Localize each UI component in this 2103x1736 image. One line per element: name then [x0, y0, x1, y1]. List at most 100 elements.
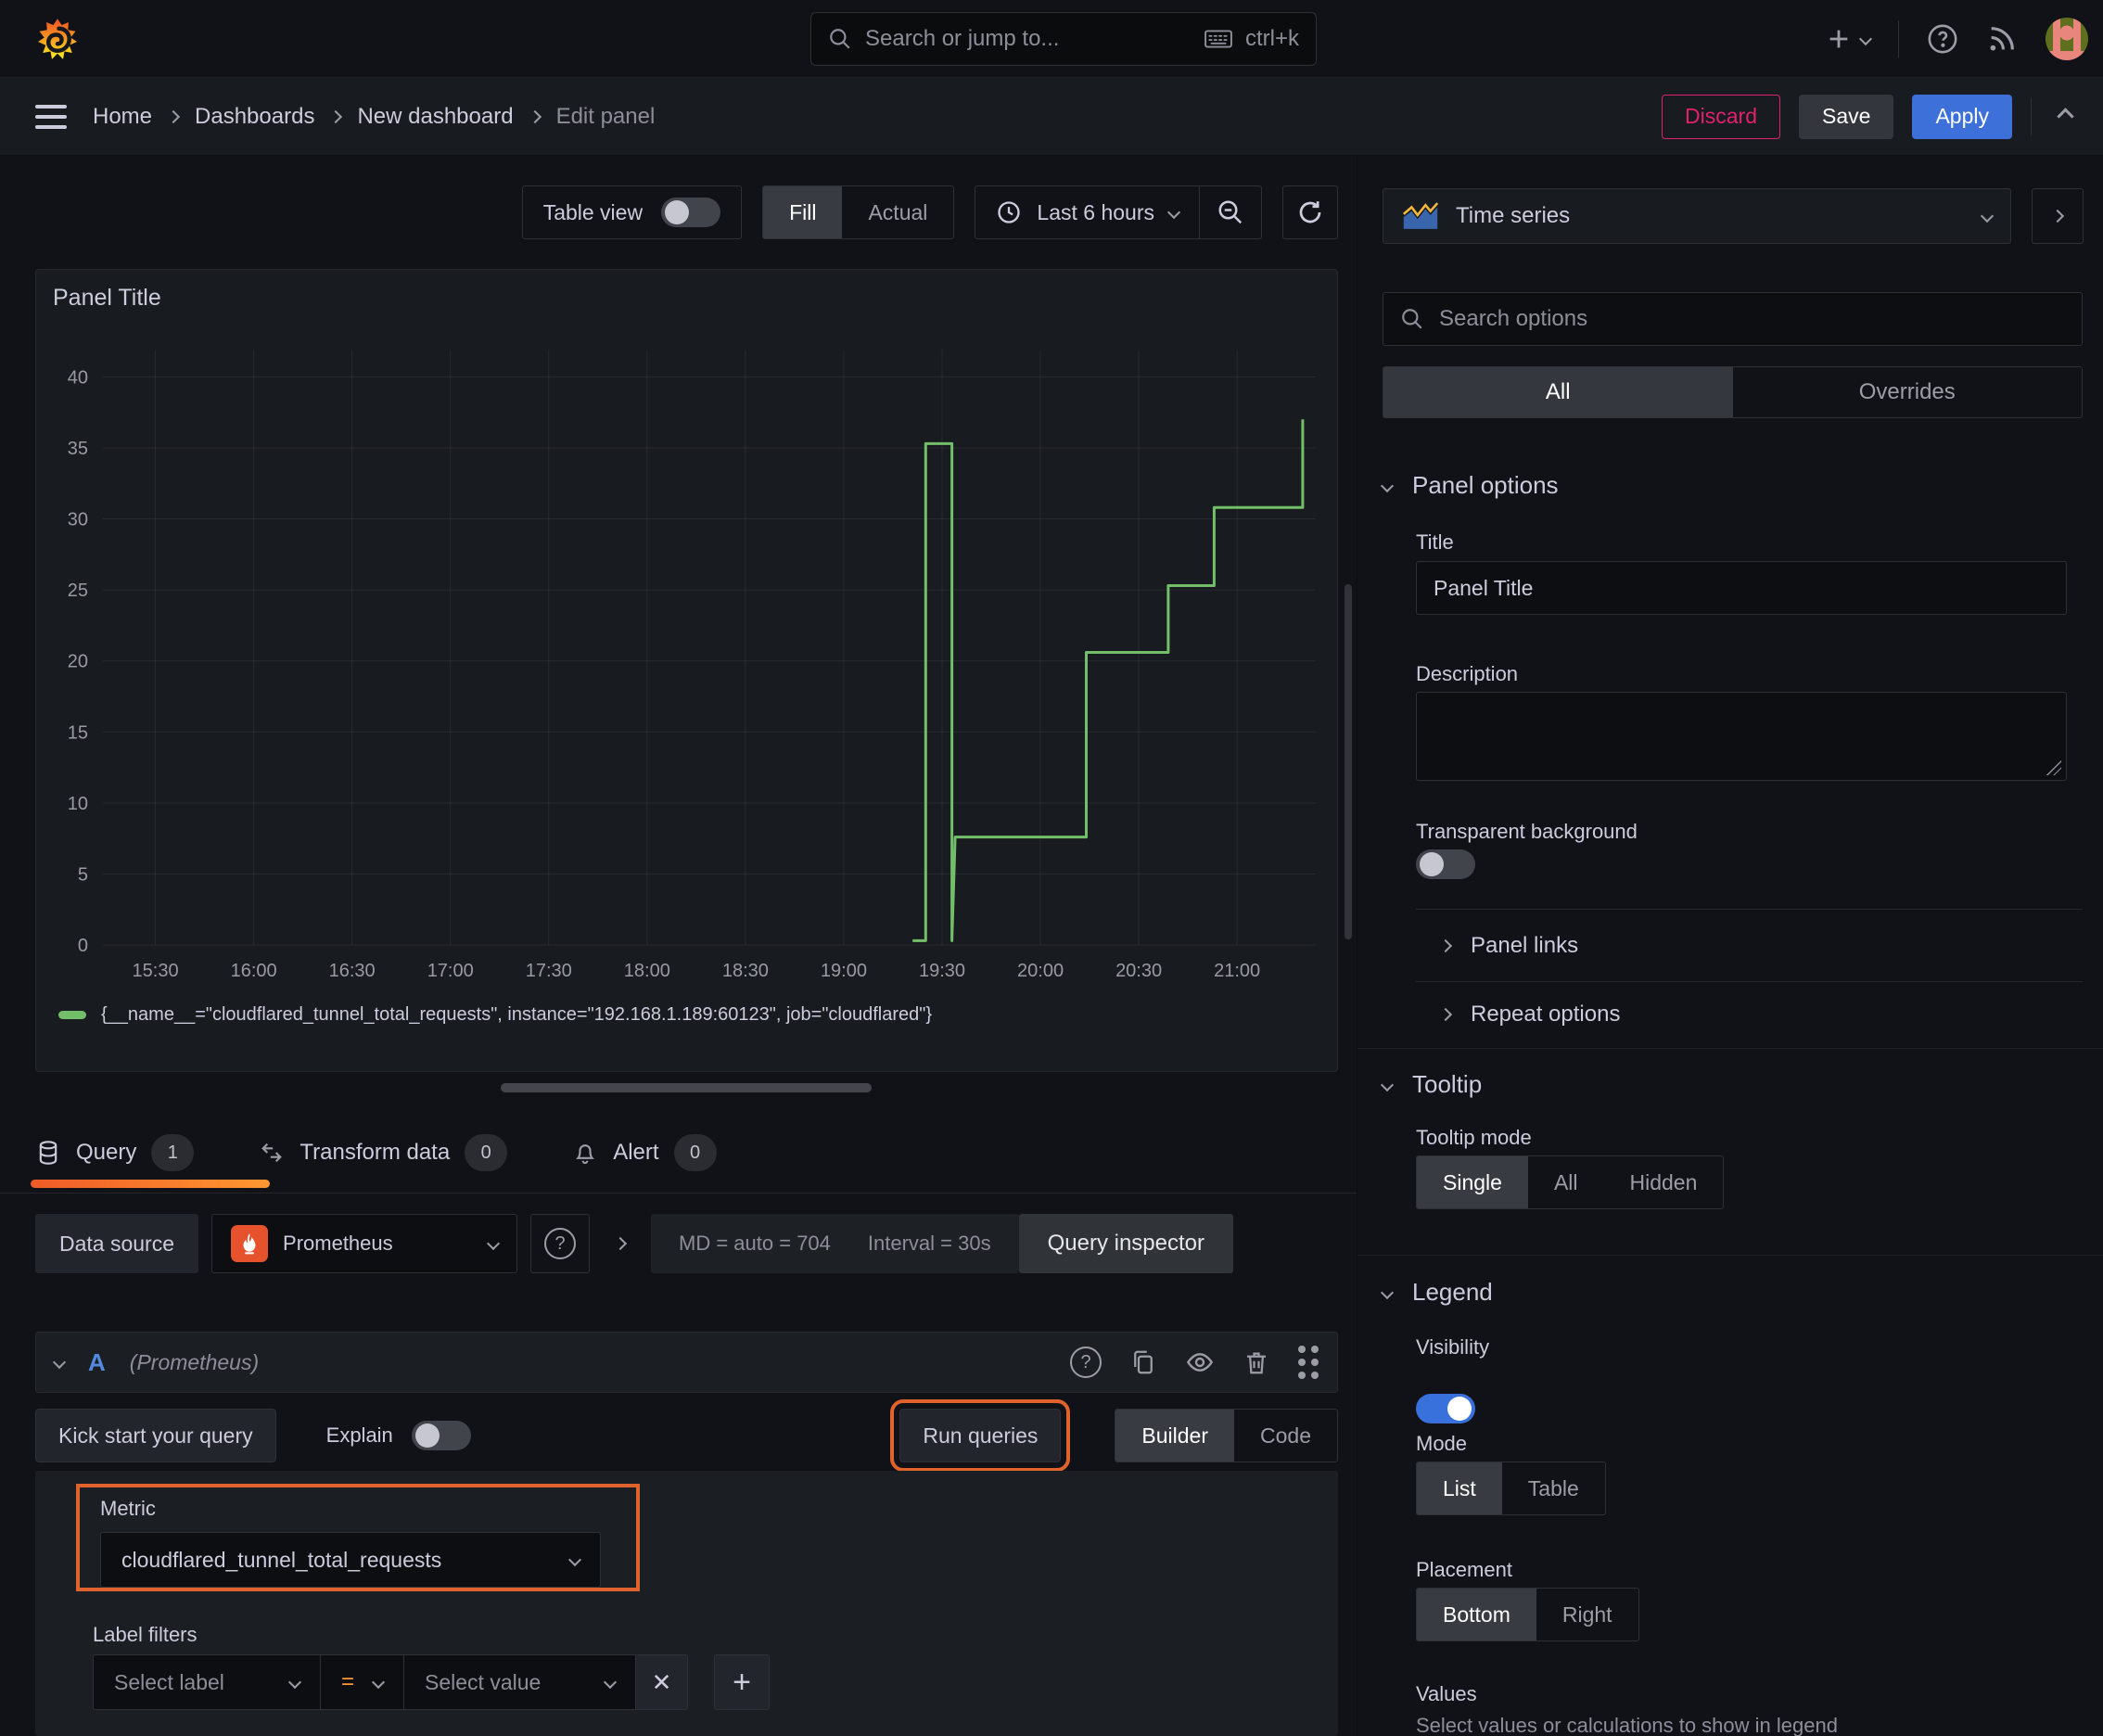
duplicate-query-icon[interactable]	[1129, 1348, 1157, 1376]
chart-legend-item[interactable]: {__name__="cloudflared_tunnel_total_requ…	[58, 1004, 932, 1026]
breadcrumb-new-dashboard[interactable]: New dashboard	[357, 104, 513, 130]
legend-mode-table-option[interactable]: Table	[1502, 1462, 1605, 1514]
grafana-logo-icon[interactable]	[35, 15, 80, 63]
zoom-out-button[interactable]	[1200, 198, 1261, 226]
builder-option[interactable]: Builder	[1115, 1410, 1235, 1462]
breadcrumb: Home Dashboards New dashboard Edit panel	[93, 104, 655, 130]
tooltip-hidden-option[interactable]: Hidden	[1604, 1156, 1724, 1208]
description-field-label: Description	[1416, 662, 1519, 685]
legend-placement-right-option[interactable]: Right	[1536, 1589, 1638, 1640]
y-tick-label: 10	[68, 794, 88, 814]
select-label-dropdown[interactable]: Select label	[93, 1654, 321, 1710]
save-button[interactable]: Save	[1799, 94, 1894, 139]
remove-filter-button[interactable]: ✕	[636, 1654, 688, 1710]
textarea-resize-handle[interactable]	[2046, 760, 2061, 775]
table-view-label: Table view	[542, 199, 644, 224]
collapse-query-chevron-icon[interactable]	[52, 1355, 67, 1370]
query-help-icon[interactable]: ?	[1070, 1347, 1102, 1378]
x-tick-label: 17:00	[427, 961, 474, 981]
scrollbar-thumb[interactable]	[1345, 584, 1352, 939]
repeat-options-section-header[interactable]: Repeat options	[1438, 1002, 1620, 1028]
collapse-sidebar-button[interactable]	[2032, 188, 2084, 244]
operator-dropdown[interactable]: =	[321, 1654, 404, 1710]
time-range-control: Last 6 hours	[975, 185, 1262, 239]
datasource-help-button[interactable]: ?	[530, 1214, 591, 1273]
breadcrumb-home[interactable]: Home	[93, 104, 152, 130]
x-tick-label: 17:30	[526, 961, 572, 981]
options-sidebar: Time series Search options All Overrides…	[1357, 156, 2103, 1736]
tab-transform-count: 0	[465, 1134, 508, 1171]
apply-button[interactable]: Apply	[1912, 94, 2012, 139]
hide-query-eye-icon[interactable]	[1185, 1347, 1215, 1377]
run-queries-button[interactable]: Run queries	[890, 1399, 1071, 1472]
refresh-button[interactable]	[1282, 185, 1338, 239]
chevron-down-icon	[1380, 1078, 1395, 1091]
topnav-actions	[1826, 0, 2088, 78]
user-avatar[interactable]	[2046, 18, 2088, 60]
time-series-chart[interactable]: 0 5 10 15 20 25 30 35 40 15:30 16:00 16:30 17:00 17:3…	[45, 340, 1329, 989]
actual-option[interactable]: Actual	[842, 186, 953, 238]
options-search-input[interactable]: Search options	[1383, 292, 2083, 346]
actions-divider	[2031, 97, 2032, 135]
select-value-dropdown[interactable]: Select value	[404, 1654, 636, 1710]
add-filter-button[interactable]: +	[714, 1654, 770, 1710]
legend-mode-list-option[interactable]: List	[1417, 1462, 1502, 1514]
options-search-placeholder: Search options	[1439, 306, 1588, 331]
legend-section-header[interactable]: Legend	[1380, 1278, 1493, 1307]
y-tick-label: 30	[68, 510, 88, 530]
panel-description-textarea[interactable]	[1416, 692, 2067, 781]
new-menu-button[interactable]	[1826, 26, 1873, 52]
table-view-toggle[interactable]	[661, 198, 721, 227]
panel-title-input[interactable]: Panel Title	[1416, 561, 2067, 615]
collapse-header-chevron-up-icon[interactable]	[2057, 108, 2074, 125]
resize-drag-handle[interactable]	[501, 1083, 872, 1092]
tab-all[interactable]: All	[1383, 367, 1733, 417]
expand-options-chevron-icon[interactable]	[613, 1236, 628, 1251]
explain-toggle[interactable]	[411, 1421, 471, 1450]
tab-query[interactable]: Query 1	[35, 1124, 195, 1181]
kick-start-query-button[interactable]: Kick start your query	[35, 1409, 276, 1462]
metric-select[interactable]: cloudflared_tunnel_total_requests	[100, 1532, 601, 1588]
query-options-summary[interactable]: MD = auto = 704 Interval = 30s	[651, 1214, 1019, 1273]
fill-option[interactable]: Fill	[763, 186, 843, 238]
panel-links-section-header[interactable]: Panel links	[1438, 933, 1578, 959]
news-rss-button[interactable]	[1986, 23, 2018, 55]
tab-overrides[interactable]: Overrides	[1733, 367, 2083, 417]
tab-alert[interactable]: Alert 0	[572, 1124, 717, 1181]
tooltip-all-option[interactable]: All	[1528, 1156, 1604, 1208]
tooltip-single-option[interactable]: Single	[1417, 1156, 1528, 1208]
chevron-down-icon	[371, 1675, 386, 1690]
tab-transform-data[interactable]: Transform data 0	[259, 1124, 508, 1181]
menu-toggle-button[interactable]	[35, 104, 67, 129]
builder-code-switch: Builder Code	[1115, 1409, 1338, 1462]
metric-label: Metric	[100, 1497, 156, 1520]
legend-visibility-toggle[interactable]	[1416, 1394, 1475, 1423]
datasource-picker[interactable]: Prometheus	[211, 1214, 518, 1273]
tooltip-section-header[interactable]: Tooltip	[1380, 1070, 1482, 1099]
active-tab-underline	[31, 1180, 270, 1188]
x-tick-label: 20:00	[1017, 961, 1064, 981]
drag-query-grip-handle[interactable]	[1298, 1346, 1319, 1379]
global-search-input[interactable]: Search or jump to... ctrl+k	[810, 12, 1317, 66]
time-range-label: Last 6 hours	[1037, 199, 1154, 224]
chevron-right-icon	[1438, 938, 1453, 953]
legend-placement-bottom-option[interactable]: Bottom	[1417, 1589, 1536, 1640]
discard-button[interactable]: Discard	[1662, 94, 1781, 139]
query-row-actions: ?	[1070, 1346, 1319, 1379]
time-range-picker[interactable]: Last 6 hours	[975, 199, 1199, 225]
transparent-background-toggle[interactable]	[1416, 849, 1475, 879]
delete-query-trash-icon[interactable]	[1243, 1348, 1270, 1376]
y-tick-label: 0	[78, 936, 88, 956]
code-option[interactable]: Code	[1234, 1410, 1337, 1462]
query-inspector-button[interactable]: Query inspector	[1018, 1214, 1233, 1273]
explain-label: Explain	[325, 1423, 393, 1447]
breadcrumb-dashboards[interactable]: Dashboards	[195, 104, 314, 130]
panel-options-section-header[interactable]: Panel options	[1380, 471, 1559, 500]
query-row-header[interactable]: A (Prometheus) ?	[35, 1332, 1338, 1393]
legend-values-label: Values	[1416, 1682, 1477, 1705]
help-button[interactable]	[1927, 23, 1958, 55]
tooltip-mode-switch: Single All Hidden	[1416, 1155, 1725, 1209]
visualization-picker[interactable]: Time series	[1383, 188, 2011, 244]
chevron-down-icon	[287, 1675, 302, 1690]
x-tick-label: 18:30	[722, 961, 769, 981]
